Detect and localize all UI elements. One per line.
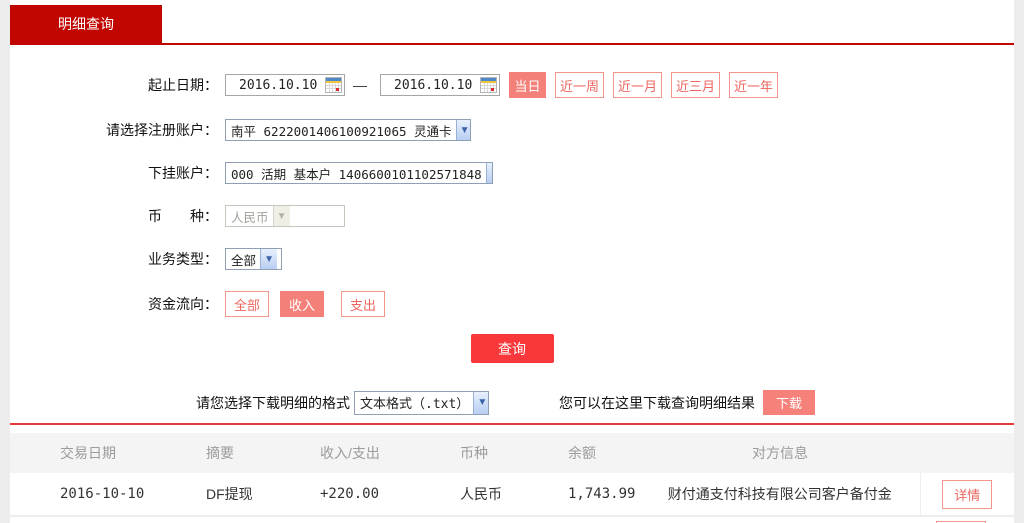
download-format-label: 请您选择下载明细的格式 [196,394,350,411]
range-today-button[interactable]: 当日 [509,72,546,98]
query-form: 起止日期： 2016.10.10 — 2016.10.10 当日 近一周 近一月… [10,45,1014,363]
currency-label: 币 种： [148,208,218,224]
table-header-row: 交易日期 摘要 收入/支出 币种 余额 对方信息 [10,433,1014,473]
sub-account-row: 下挂账户： 000 活期 基本户 1406600101102571848 ▼ [10,162,1014,184]
download-format-value: 文本格式（.txt） [360,397,470,412]
flow-all-button[interactable]: 全部 [225,291,270,317]
calendar-icon[interactable] [325,77,342,93]
flow-income-button[interactable]: 收入 [280,291,325,317]
tab-bar: 明细查询 [10,0,1014,45]
header-counterparty: 对方信息 [640,433,920,473]
table-row-partial: 详情 [10,517,1014,523]
cell-actions: 详情 [919,473,1014,517]
register-account-value: 南平 6222001406100921065 灵通卡 [231,123,452,139]
end-date-input[interactable]: 2016.10.10 [380,74,500,96]
fund-flow-label: 资金流向： [148,296,218,312]
cell-currency: 人民币 [415,473,530,517]
cell-counterparty: 财付通支付科技有限公司客户备付金 [640,473,920,517]
header-trade-date: 交易日期 [10,433,160,473]
end-date-value: 2016.10.10 [394,77,473,93]
download-hint: 您可以在这里下载查询明细结果 [559,394,755,411]
range-last-year-button[interactable]: 近一年 [729,72,779,98]
dropdown-arrow-icon: ▼ [272,206,290,226]
business-type-label: 业务类型： [148,251,218,267]
flow-expense-button[interactable]: 支出 [341,291,386,317]
header-currency: 币种 [415,433,530,473]
currency-select: 人民币 ▼ [225,205,345,227]
register-account-label: 请选择注册账户： [106,122,218,138]
content-panel: 明细查询 起止日期： 2016.10.10 — 2016.10.10 当日 近一… [10,0,1014,523]
tab-detail-query[interactable]: 明细查询 [10,5,162,43]
table-row: 2016-10-10 DF提现 +220.00 人民币 1,743.99 财付通… [10,473,1014,517]
cell-balance: 1,743.99 [530,473,640,517]
detail-button[interactable]: 详情 [942,479,993,509]
dropdown-arrow-icon: ▼ [260,249,278,269]
header-actions [920,433,1014,473]
dropdown-arrow-icon: ▼ [455,120,470,140]
business-type-value: 全部 [231,252,257,268]
dropdown-arrow-icon: ▼ [485,163,492,183]
cell-summary: DF提现 [160,473,285,517]
sub-account-label: 下挂账户： [148,165,218,181]
business-type-row: 业务类型： 全部 ▼ [10,248,1014,270]
download-button[interactable]: 下载 [763,390,815,415]
currency-row: 币 种： 人民币 ▼ [10,205,1014,227]
date-range-label: 起止日期： [148,77,218,93]
query-button[interactable]: 查询 [470,334,554,363]
sub-account-value: 000 活期 基本户 1406600101102571848 [231,166,482,182]
cell-amount: +220.00 [285,473,415,517]
date-separator: — [353,77,367,93]
header-balance: 余额 [530,433,640,473]
range-last-week-button[interactable]: 近一周 [555,72,605,98]
fund-flow-row: 资金流向： 全部 收入 支出 [10,291,1014,317]
business-type-select[interactable]: 全部 ▼ [225,248,282,270]
red-divider [10,423,1014,425]
calendar-icon[interactable] [480,77,497,93]
dropdown-arrow-icon: ▼ [473,391,488,414]
start-date-input[interactable]: 2016.10.10 [225,74,345,96]
register-account-row: 请选择注册账户： 南平 6222001406100921065 灵通卡 ▼ [10,119,1014,141]
header-summary: 摘要 [160,433,285,473]
header-income-expense: 收入/支出 [285,433,415,473]
query-button-wrap: 查询 [10,334,1014,363]
currency-value: 人民币 [231,209,269,225]
download-format-select[interactable]: 文本格式（.txt） ▼ [354,390,489,415]
date-range-row: 起止日期： 2016.10.10 — 2016.10.10 当日 近一周 近一月… [10,72,1014,98]
cell-trade-date: 2016-10-10 [10,473,160,517]
range-last-month-button[interactable]: 近一月 [613,72,663,98]
download-row: 请您选择下载明细的格式 文本格式（.txt） ▼ 您可以在这里下载查询明细结果 … [10,390,1014,415]
range-last-3-months-button[interactable]: 近三月 [671,72,721,98]
sub-account-select[interactable]: 000 活期 基本户 1406600101102571848 ▼ [225,162,493,184]
start-date-value: 2016.10.10 [239,77,318,93]
register-account-select[interactable]: 南平 6222001406100921065 灵通卡 ▼ [225,119,471,141]
results-table: 交易日期 摘要 收入/支出 币种 余额 对方信息 2016-10-10 DF提现… [10,433,1014,517]
